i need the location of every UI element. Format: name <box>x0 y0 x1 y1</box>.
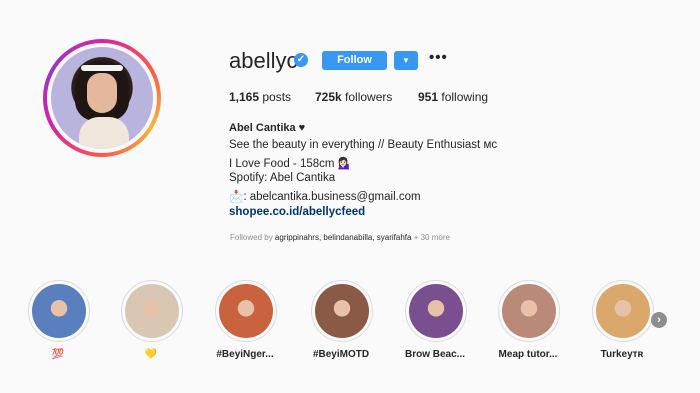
highlight-label: Meap tutor... <box>498 349 558 360</box>
posts-label: posts <box>262 90 292 104</box>
bio-line: 📩: abelcantika.business@gmail.com <box>229 191 421 203</box>
more-options-icon[interactable]: ••• <box>429 49 448 66</box>
avatar <box>51 47 153 149</box>
highlight-label: 💯 <box>51 349 65 360</box>
bio-link[interactable]: shopee.co.id/abellycfeed <box>229 206 365 218</box>
following-count: 951 <box>418 90 439 104</box>
highlight-cover <box>219 284 273 338</box>
verified-badge-icon: ✓ <box>294 53 308 67</box>
highlight-label: #BeyiMOTD <box>312 349 370 360</box>
highlight-cover <box>125 284 179 338</box>
posts-stat: 1,165 posts <box>229 90 291 104</box>
avatar-frame <box>47 43 157 153</box>
story-highlight[interactable] <box>405 280 467 342</box>
followers-count: 725k <box>315 90 342 104</box>
avatar-headband <box>81 65 123 71</box>
posts-count: 1,165 <box>229 90 260 104</box>
story-highlight[interactable] <box>311 280 373 342</box>
highlight-cover <box>596 284 650 338</box>
avatar-face <box>87 73 117 113</box>
following-label: following <box>441 90 489 104</box>
story-highlight[interactable] <box>121 280 183 342</box>
highlight-label: Turkeyᴛʀ <box>600 349 644 360</box>
profile-avatar-ring[interactable] <box>43 39 161 157</box>
followed-by-names: agrippinahrs, belindanabilla, syarifahfa <box>274 233 412 242</box>
highlight-cover <box>502 284 556 338</box>
highlight-label: Brow Beac... <box>404 349 466 360</box>
highlight-label: 💛 <box>144 349 158 360</box>
profile-username: abellyc <box>229 48 298 73</box>
highlight-cover <box>315 284 369 338</box>
highlight-cover <box>32 284 86 338</box>
highlight-cover <box>409 284 463 338</box>
followed-by-prefix: Followed by <box>230 233 273 242</box>
chevron-down-icon: ▼ <box>402 56 410 65</box>
avatar-shirt <box>79 117 129 149</box>
chevron-right-icon[interactable]: › <box>651 312 667 328</box>
story-highlight[interactable] <box>592 280 654 342</box>
story-highlight[interactable] <box>215 280 277 342</box>
suggestions-dropdown-button[interactable]: ▼ <box>394 51 418 70</box>
followed-by-suffix: + 30 more <box>413 233 450 242</box>
story-highlight[interactable] <box>28 280 90 342</box>
profile-full-name: Abel Cantika ♥ <box>229 122 306 134</box>
followers-label: followers <box>345 90 393 104</box>
followed-by-text[interactable]: Followed by agrippinahrs, belindanabilla… <box>230 233 450 242</box>
highlight-label: #BeyiNger... <box>216 349 274 360</box>
following-stat[interactable]: 951 following <box>418 90 488 104</box>
follow-button[interactable]: Follow <box>322 51 387 70</box>
story-highlight[interactable] <box>498 280 560 342</box>
bio-line: Spotify: Abel Cantika <box>229 172 336 184</box>
bio-line: I Love Food - 158cm 💁🏻‍♀️ <box>229 158 352 170</box>
followers-stat[interactable]: 725k followers <box>315 90 392 104</box>
bio-line: See the beauty in everything // Beauty E… <box>229 139 498 151</box>
